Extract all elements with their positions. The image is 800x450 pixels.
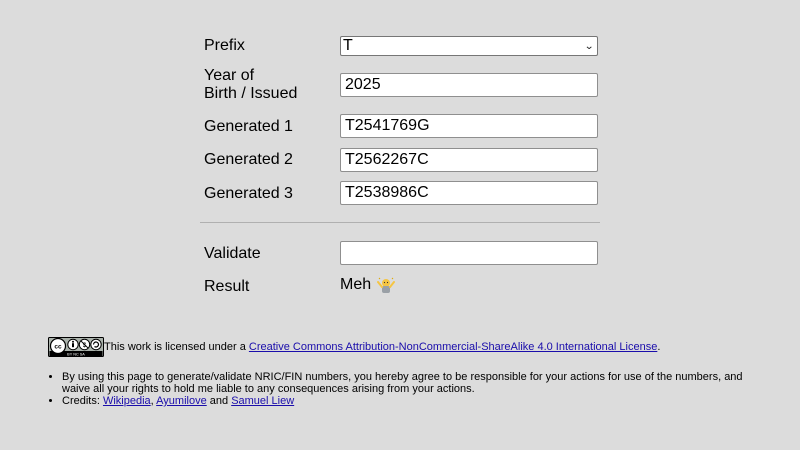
chevron-down-icon: ⌄: [583, 40, 594, 52]
result-label: Result: [204, 278, 250, 295]
generated-3-field[interactable]: T2538986C: [340, 181, 598, 205]
disclaimer-item: By using this page to generate/validate …: [62, 371, 768, 395]
credits-and: and: [206, 395, 232, 407]
year-label-line2: Birth / Issued: [204, 85, 298, 102]
year-input[interactable]: 2025: [340, 73, 598, 97]
result-value: Meh: [340, 276, 396, 294]
credit-link-samuel-liew[interactable]: Samuel Liew: [231, 395, 294, 407]
license-suffix: .: [657, 341, 661, 353]
result-text: Meh: [340, 276, 372, 293]
generated-2-label: Generated 2: [204, 151, 293, 168]
prefix-label: Prefix: [204, 37, 245, 54]
license-link[interactable]: Creative Commons Attribution-NonCommerci…: [249, 341, 657, 353]
generated-1-field[interactable]: T2541769G: [340, 114, 598, 138]
cc-badge-text: BY NC SA: [67, 352, 85, 356]
credits-prefix: Credits:: [62, 395, 103, 407]
year-label: Year of Birth / Issued: [204, 67, 297, 103]
generated-3-label: Generated 3: [204, 185, 293, 202]
year-label-line1: Year of: [204, 67, 255, 84]
shrug-emoji-icon: [377, 277, 396, 293]
cc-license-badge-icon[interactable]: cc $ BY NC SA: [48, 337, 104, 357]
generated-2-field[interactable]: T2562267C: [340, 148, 598, 172]
license-prefix: This work is licensed under a: [104, 341, 249, 353]
generated-1-label: Generated 1: [204, 118, 293, 135]
validate-label: Validate: [204, 245, 261, 262]
section-divider: [200, 222, 600, 223]
validate-input[interactable]: [340, 241, 598, 265]
credit-link-ayumilove[interactable]: Ayumilove: [156, 395, 207, 407]
notes-list: By using this page to generate/validate …: [48, 371, 768, 407]
svg-text:cc: cc: [54, 344, 62, 351]
license-line: cc $ BY NC SA This work is licensed unde…: [48, 337, 768, 357]
prefix-selected-value: T: [343, 37, 353, 54]
credits-item: Credits: Wikipedia, Ayumilove and Samuel…: [62, 395, 768, 407]
credit-link-wikipedia[interactable]: Wikipedia: [103, 395, 151, 407]
footer: cc $ BY NC SA This work is licensed unde…: [48, 337, 768, 407]
prefix-select[interactable]: T ⌄: [340, 36, 598, 56]
